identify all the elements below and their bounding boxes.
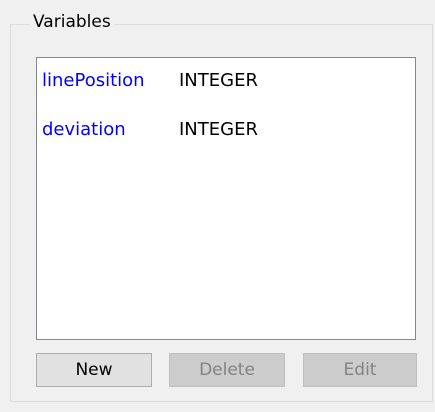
variable-type: INTEGER [179,119,258,140]
delete-button[interactable]: Delete [169,353,285,387]
edit-button[interactable]: Edit [303,353,417,387]
new-button[interactable]: New [36,353,152,387]
variable-name: linePosition [42,70,145,91]
variable-name: deviation [42,119,126,140]
variables-group-title: Variables [30,11,114,33]
variables-list[interactable]: linePosition INTEGER deviation INTEGER [36,57,416,340]
variable-type: INTEGER [179,70,258,91]
